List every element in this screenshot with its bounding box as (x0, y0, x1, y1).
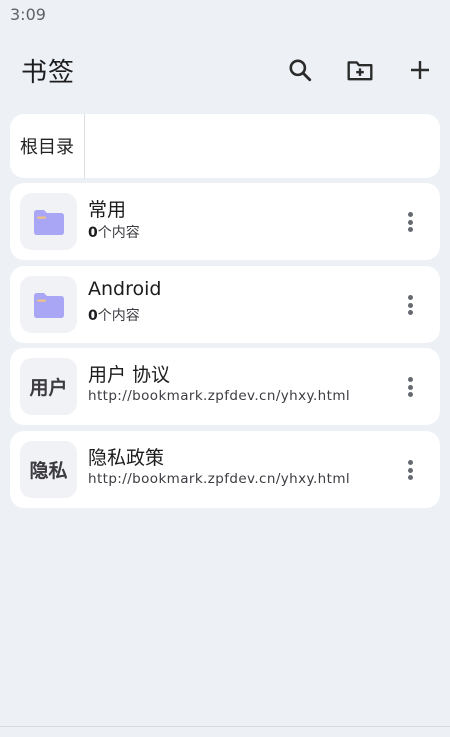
item-count-suffix: 个内容 (97, 308, 140, 324)
folder-thumb (20, 193, 77, 250)
add-icon (411, 61, 429, 79)
bookmark-item[interactable]: 隐私 隐私政策 http://bookmark.zpfdev.cn/yhxy.h… (10, 431, 440, 508)
more-vert-icon (407, 377, 413, 382)
status-bar: 3:09 (0, 0, 450, 30)
more-menu-button[interactable] (400, 209, 420, 235)
more-menu-button[interactable] (400, 374, 420, 400)
folder-icon (33, 292, 64, 318)
search-button[interactable] (284, 54, 316, 86)
status-time: 3:09 (10, 5, 46, 24)
new-folder-button[interactable] (344, 54, 376, 86)
item-url: http://bookmark.zpfdev.cn/yhxy.html (88, 388, 351, 404)
item-title: 常用 (88, 199, 127, 221)
item-count: 0个内容 (88, 305, 140, 325)
item-title: 用户 协议 (88, 364, 171, 386)
item-title: Android (88, 278, 162, 300)
breadcrumb: 根目录 (10, 114, 440, 178)
new-folder-icon (347, 61, 373, 81)
bookmark-thumb: 用户 (20, 358, 77, 415)
folder-icon (33, 209, 64, 235)
search-icon (289, 59, 312, 82)
bottom-divider (0, 726, 450, 727)
more-menu-button[interactable] (400, 292, 420, 318)
bookmark-thumb-text: 用户 (29, 377, 68, 399)
folder-item[interactable]: Android 0个内容 (10, 266, 440, 343)
item-count-value: 0 (88, 225, 98, 241)
folder-thumb (20, 276, 77, 333)
bookmark-thumb: 隐私 (20, 441, 77, 498)
item-title: 隐私政策 (88, 447, 165, 469)
item-url: http://bookmark.zpfdev.cn/yhxy.html (88, 471, 351, 487)
breadcrumb-root[interactable]: 根目录 (10, 114, 85, 178)
bookmark-thumb-text: 隐私 (29, 460, 68, 482)
add-button[interactable] (404, 54, 436, 86)
more-vert-icon (407, 460, 413, 465)
folder-item[interactable]: 常用 0个内容 (10, 183, 440, 260)
app-bar: 书签 (0, 44, 450, 96)
more-vert-icon (407, 295, 413, 300)
more-vert-icon (407, 212, 413, 217)
item-count-value: 0 (88, 308, 98, 324)
bookmark-item[interactable]: 用户 用户 协议 http://bookmark.zpfdev.cn/yhxy.… (10, 348, 440, 425)
page-title: 书签 (21, 58, 76, 88)
more-menu-button[interactable] (400, 457, 420, 483)
item-count-suffix: 个内容 (97, 225, 140, 241)
item-count: 0个内容 (88, 222, 140, 242)
